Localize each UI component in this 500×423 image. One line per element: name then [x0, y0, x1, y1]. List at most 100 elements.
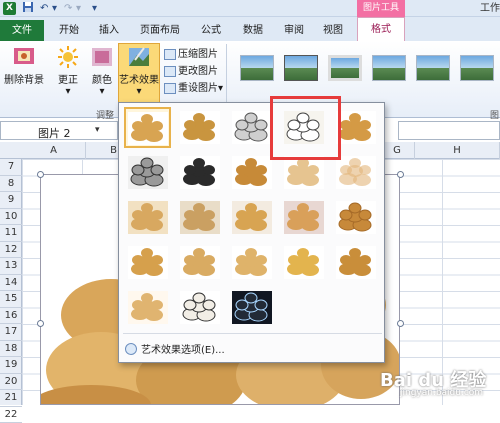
- effect-pencil-grayscale[interactable]: [124, 152, 171, 193]
- effect-thumbnail: [336, 156, 376, 189]
- effect-mosaic-bubbles[interactable]: [124, 197, 171, 238]
- picture-style-3[interactable]: [328, 55, 362, 81]
- effect-thumbnail: [284, 156, 324, 189]
- effect-thumbnail: [232, 156, 272, 189]
- artistic-effects-label: 艺术效果: [119, 71, 159, 86]
- tab-file[interactable]: 文件: [0, 20, 44, 41]
- effect-glass[interactable]: [176, 197, 223, 238]
- row-header[interactable]: 19: [0, 357, 22, 374]
- color-dropdown-icon: ▾: [88, 86, 116, 97]
- tab-insert[interactable]: 插入: [96, 20, 122, 41]
- resize-handle-left[interactable]: [37, 320, 44, 327]
- effect-film-grain[interactable]: [176, 242, 223, 283]
- effect-thumbnail: [180, 111, 220, 144]
- row-header[interactable]: 9: [0, 192, 22, 209]
- corrections-dropdown-icon: ▾: [54, 86, 82, 97]
- column-header-a[interactable]: A: [22, 142, 86, 159]
- row-header[interactable]: 20: [0, 374, 22, 391]
- tab-home[interactable]: 开始: [56, 20, 82, 41]
- remove-background-button[interactable]: 删除背景: [2, 46, 46, 86]
- adjust-group-label: 调整: [96, 108, 114, 121]
- picture-style-6[interactable]: [460, 55, 494, 81]
- row-header[interactable]: 12: [0, 242, 22, 259]
- customize-toolbar-icon[interactable]: ▾: [92, 1, 97, 16]
- effect-thumbnail: [232, 246, 272, 279]
- redo-icon[interactable]: ↷: [64, 1, 72, 16]
- effect-glow-diffused[interactable]: [124, 287, 171, 328]
- artistic-effects-button[interactable]: 艺术效果 ▾: [118, 43, 160, 103]
- change-picture-label: 更改图片: [178, 66, 218, 77]
- effect-thumbnail: [128, 201, 168, 234]
- name-box-dropdown-icon[interactable]: ▾: [95, 125, 100, 135]
- tab-review[interactable]: 审阅: [281, 20, 307, 41]
- row-header[interactable]: 21: [0, 390, 22, 407]
- effect-marker[interactable]: [124, 242, 171, 283]
- effect-thumbnail: [128, 112, 168, 145]
- resize-handle-right[interactable]: [397, 320, 404, 327]
- effect-line-drawing[interactable]: [228, 107, 275, 148]
- effect-texturizer[interactable]: [280, 197, 327, 238]
- row-header[interactable]: 8: [0, 176, 22, 193]
- artistic-effects-gallery: 艺术效果选项(E)...: [118, 102, 385, 363]
- picture-style-2[interactable]: [284, 55, 318, 81]
- picture-style-4[interactable]: [372, 55, 406, 81]
- effect-thumbnail: [284, 246, 324, 279]
- row-header[interactable]: 14: [0, 275, 22, 292]
- corrections-label: 更正: [54, 71, 82, 86]
- effect-pencil-sketch[interactable]: [176, 107, 223, 148]
- picture-style-5[interactable]: [416, 55, 450, 81]
- artistic-effects-dropdown-icon: ▾: [119, 86, 159, 97]
- column-header-g[interactable]: G: [380, 142, 415, 159]
- tab-data[interactable]: 数据: [240, 20, 266, 41]
- column-header-h[interactable]: H: [415, 142, 500, 159]
- resize-handle-top-right[interactable]: [397, 171, 404, 178]
- tab-page-layout[interactable]: 页面布局: [136, 20, 184, 41]
- highlight-annotation-box: [270, 96, 341, 160]
- effect-plastic-wrap[interactable]: [332, 242, 379, 283]
- effect-glow-edges[interactable]: [228, 287, 275, 328]
- reset-picture-button[interactable]: 重设图片▾: [164, 81, 223, 97]
- tab-view[interactable]: 视图: [320, 20, 346, 41]
- effect-paint-brush[interactable]: [228, 152, 275, 193]
- corrections-button[interactable]: 更正 ▾: [54, 46, 82, 97]
- effect-thumbnail: [232, 111, 272, 144]
- undo-icon[interactable]: ↶: [40, 1, 48, 16]
- formula-bar[interactable]: [398, 121, 500, 140]
- remove-background-icon: [12, 46, 36, 68]
- artistic-effects-options-button[interactable]: 艺术效果选项(E)...: [125, 341, 225, 357]
- effect-crisscross-etching[interactable]: [332, 197, 379, 238]
- effect-thumbnail: [336, 246, 376, 279]
- effect-thumbnail: [180, 291, 220, 324]
- tab-formulas[interactable]: 公式: [198, 20, 224, 41]
- effect-thumbnail: [232, 201, 272, 234]
- save-icon[interactable]: [22, 1, 34, 16]
- row-header[interactable]: 10: [0, 209, 22, 226]
- row-header[interactable]: 13: [0, 258, 22, 275]
- effect-none[interactable]: [124, 107, 171, 148]
- effect-photocopy[interactable]: [176, 152, 223, 193]
- title-bar: [0, 0, 500, 17]
- excel-app-icon[interactable]: X: [3, 2, 16, 15]
- row-header[interactable]: 15: [0, 291, 22, 308]
- compress-pictures-button[interactable]: 压缩图片: [164, 47, 218, 63]
- reset-picture-icon: [164, 83, 176, 94]
- row-header[interactable]: 16: [0, 308, 22, 325]
- effect-watercolor-sponge[interactable]: [176, 287, 223, 328]
- row-header[interactable]: 17: [0, 324, 22, 341]
- effect-thumbnail: [128, 291, 168, 324]
- resize-handle-top-left[interactable]: [37, 171, 44, 178]
- effects-options-icon: [125, 343, 137, 355]
- color-button[interactable]: 颜色 ▾: [88, 46, 116, 97]
- row-header[interactable]: 7: [0, 159, 22, 176]
- effect-cutout[interactable]: [280, 242, 327, 283]
- row-header[interactable]: 22: [0, 407, 22, 423]
- effect-pastels-smooth[interactable]: [228, 242, 275, 283]
- change-picture-button[interactable]: 更改图片: [164, 64, 218, 80]
- row-header[interactable]: 11: [0, 225, 22, 242]
- undo-dropdown-icon[interactable]: ▾: [52, 1, 57, 16]
- tab-format[interactable]: 格式: [357, 17, 405, 42]
- picture-style-1[interactable]: [240, 55, 274, 81]
- redo-dropdown-icon[interactable]: ▾: [76, 1, 81, 16]
- row-header[interactable]: 18: [0, 341, 22, 358]
- effect-cement[interactable]: [228, 197, 275, 238]
